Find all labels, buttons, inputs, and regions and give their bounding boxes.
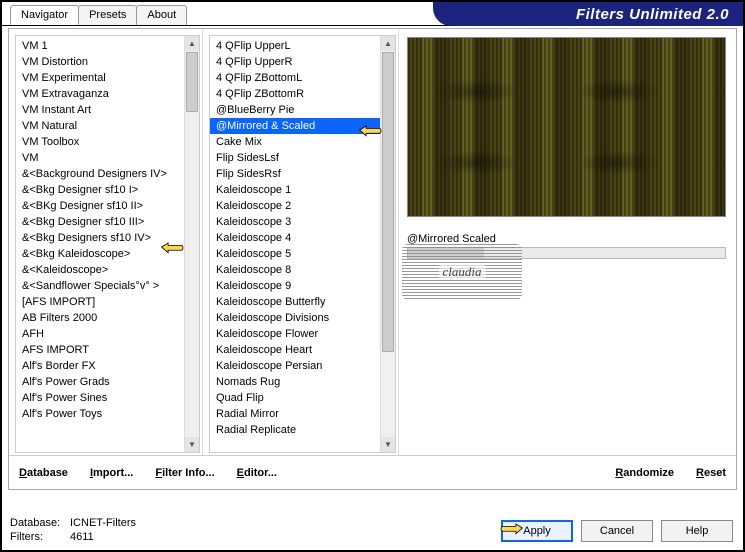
filter-item[interactable]: Kaleidoscope Flower <box>210 326 395 342</box>
category-item[interactable]: &<Bkg Designer sf10 I> <box>16 182 199 198</box>
filter-item[interactable]: 4 QFlip UpperL <box>210 38 395 54</box>
category-item[interactable]: AFH <box>16 326 199 342</box>
category-scrollbar[interactable]: ▲ ▼ <box>184 36 199 452</box>
filter-item[interactable]: 4 QFlip ZBottomR <box>210 86 395 102</box>
editor-button[interactable]: Editor... <box>237 467 277 479</box>
filter-item[interactable]: Kaleidoscope 4 <box>210 230 395 246</box>
category-item[interactable]: Alf's Power Toys <box>16 406 199 422</box>
filter-item[interactable]: 4 QFlip ZBottomL <box>210 70 395 86</box>
filter-item[interactable]: Kaleidoscope 2 <box>210 198 395 214</box>
category-item[interactable]: &<Background Designers IV> <box>16 166 199 182</box>
apply-button[interactable]: Apply <box>501 520 573 542</box>
filter-item[interactable]: Kaleidoscope 3 <box>210 214 395 230</box>
category-item[interactable]: &<Sandflower Specials°v° > <box>16 278 199 294</box>
filter-item[interactable]: Kaleidoscope Divisions <box>210 310 395 326</box>
filter-item[interactable]: Kaleidoscope 1 <box>210 182 395 198</box>
category-item[interactable]: VM Extravaganza <box>16 86 199 102</box>
category-item[interactable]: AFS IMPORT <box>16 342 199 358</box>
scroll-down-icon[interactable]: ▼ <box>185 437 199 452</box>
tab-navigator[interactable]: Navigator <box>10 5 79 25</box>
tab-presets[interactable]: Presets <box>78 5 137 25</box>
filter-item[interactable]: Kaleidoscope Heart <box>210 342 395 358</box>
category-item[interactable]: VM Toolbox <box>16 134 199 150</box>
database-button[interactable]: Database <box>19 467 68 479</box>
filter-item[interactable]: Radial Replicate <box>210 422 395 438</box>
category-item[interactable]: VM Instant Art <box>16 102 199 118</box>
import-button[interactable]: Import... <box>90 467 133 479</box>
category-item[interactable]: VM Experimental <box>16 70 199 86</box>
action-buttons: Apply Cancel Help <box>501 520 733 542</box>
filter-item[interactable]: Kaleidoscope Butterfly <box>210 294 395 310</box>
category-item[interactable]: &<Kaleidoscope> <box>16 262 199 278</box>
scroll-up-icon[interactable]: ▲ <box>185 36 199 51</box>
status-db-value: ICNET-Filters <box>70 517 136 529</box>
scroll-up-icon[interactable]: ▲ <box>381 36 395 51</box>
filter-item[interactable]: Kaleidoscope 9 <box>210 278 395 294</box>
category-item[interactable]: VM Natural <box>16 118 199 134</box>
cancel-button[interactable]: Cancel <box>581 520 653 542</box>
scroll-thumb[interactable] <box>186 52 198 112</box>
category-list[interactable]: VM 1VM DistortionVM ExperimentalVM Extra… <box>15 35 200 453</box>
status-filters-value: 4611 <box>70 531 94 543</box>
filter-item[interactable]: Flip SidesLsf <box>210 150 395 166</box>
category-item[interactable]: Alf's Power Grads <box>16 374 199 390</box>
window-title-banner: Filters Unlimited 2.0 <box>433 2 743 26</box>
filter-item[interactable]: 4 QFlip UpperR <box>210 54 395 70</box>
filter-item[interactable]: @Mirrored & Scaled <box>210 118 395 134</box>
filter-item[interactable]: Nomads Rug <box>210 374 395 390</box>
scroll-down-icon[interactable]: ▼ <box>381 437 395 452</box>
reset-button[interactable]: Reset <box>696 467 726 479</box>
preview-image <box>407 37 726 217</box>
title-bar: Navigator Presets About Filters Unlimite… <box>2 2 743 26</box>
filter-item[interactable]: Cake Mix <box>210 134 395 150</box>
category-item[interactable]: VM 1 <box>16 38 199 54</box>
filter-item[interactable]: Radial Mirror <box>210 406 395 422</box>
watermark-stamp: claudia <box>402 244 522 300</box>
tab-about[interactable]: About <box>136 5 187 25</box>
filter-scrollbar[interactable]: ▲ ▼ <box>380 36 395 452</box>
filter-info-button[interactable]: Filter Info... <box>155 467 214 479</box>
filter-item[interactable]: Flip SidesRsf <box>210 166 395 182</box>
filter-item[interactable]: Kaleidoscope Persian <box>210 358 395 374</box>
main-panel: VM 1VM DistortionVM ExperimentalVM Extra… <box>8 28 737 490</box>
filter-item[interactable]: Kaleidoscope 8 <box>210 262 395 278</box>
filter-list[interactable]: 4 QFlip UpperL4 QFlip UpperR4 QFlip ZBot… <box>209 35 396 453</box>
category-item[interactable]: VM Distortion <box>16 54 199 70</box>
category-item[interactable]: &<Bkg Designer sf10 III> <box>16 214 199 230</box>
scroll-thumb[interactable] <box>382 52 394 352</box>
randomize-button[interactable]: Randomize <box>615 467 674 479</box>
filter-item[interactable]: Kaleidoscope 5 <box>210 246 395 262</box>
status-db-label: Database: <box>10 516 70 530</box>
category-item[interactable]: &<Bkg Kaleidoscope> <box>16 246 199 262</box>
filter-item[interactable]: @BlueBerry Pie <box>210 102 395 118</box>
category-item[interactable]: Alf's Border FX <box>16 358 199 374</box>
toolbar-row: Database Import... Filter Info... Editor… <box>9 455 736 489</box>
status-filters-label: Filters: <box>10 530 70 544</box>
category-item[interactable]: &<Bkg Designers sf10 IV> <box>16 230 199 246</box>
category-item[interactable]: Alf's Power Sines <box>16 390 199 406</box>
category-item[interactable]: AB Filters 2000 <box>16 310 199 326</box>
filter-item[interactable]: Quad Flip <box>210 390 395 406</box>
category-item[interactable]: VM <box>16 150 199 166</box>
help-button[interactable]: Help <box>661 520 733 542</box>
status-bar: Database:ICNET-Filters Filters:4611 <box>10 516 136 544</box>
category-item[interactable]: [AFS IMPORT] <box>16 294 199 310</box>
window-title: Filters Unlimited 2.0 <box>576 6 729 23</box>
tab-strip: Navigator Presets About <box>10 5 186 25</box>
category-item[interactable]: &<BKg Designer sf10 II> <box>16 198 199 214</box>
